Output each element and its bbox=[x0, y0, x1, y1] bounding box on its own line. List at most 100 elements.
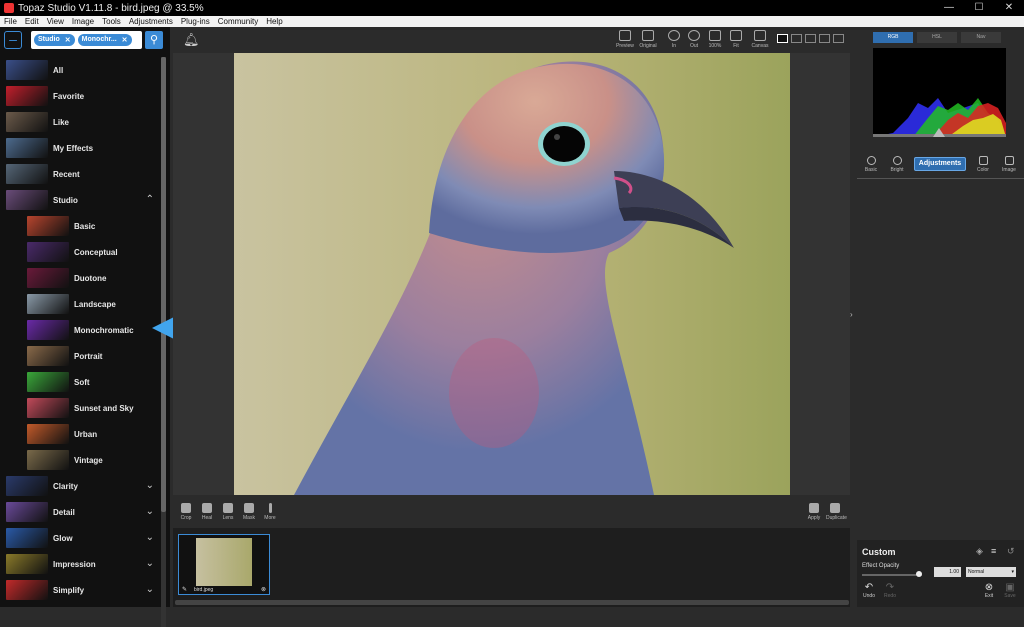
chevron-down-icon: ▾ bbox=[1011, 569, 1014, 575]
category-clarity[interactable]: Clarity ⌄ bbox=[0, 473, 160, 499]
basic-tab[interactable]: Basic bbox=[862, 156, 880, 173]
remove-chip-icon[interactable]: ✕ bbox=[65, 36, 71, 44]
bright-tab[interactable]: Bright bbox=[888, 156, 906, 173]
category-duotone[interactable]: Duotone bbox=[0, 265, 160, 291]
thumbnail-name: bird.jpeg bbox=[194, 587, 214, 593]
menu-file[interactable]: File bbox=[4, 17, 17, 26]
mask-button[interactable]: Mask bbox=[240, 503, 258, 521]
category-list: All Favorite Like My Effects Recent Studio ⌃ Ba… bbox=[0, 57, 160, 603]
opacity-value[interactable]: 1.00 bbox=[934, 567, 961, 577]
layers-icon[interactable]: ◈ bbox=[976, 546, 983, 557]
apply-button[interactable]: Apply bbox=[805, 503, 823, 521]
menu-tools[interactable]: Tools bbox=[102, 17, 121, 26]
zoom-out-button[interactable]: Out bbox=[684, 30, 704, 49]
category-soft[interactable]: Soft bbox=[0, 369, 160, 395]
split-view-button[interactable] bbox=[791, 34, 802, 43]
collapse-right-panel-icon[interactable]: › bbox=[850, 310, 853, 319]
compare-view-button[interactable] bbox=[833, 34, 844, 43]
image-thumbnail[interactable]: ✎ bird.jpeg ⊗ bbox=[178, 534, 270, 595]
menu-community[interactable]: Community bbox=[218, 17, 258, 26]
undo-button[interactable]: ↶ Undo bbox=[861, 582, 877, 599]
color-tab[interactable]: Color bbox=[974, 156, 992, 173]
duplicate-button[interactable]: Duplicate bbox=[826, 503, 847, 521]
lens-button[interactable]: Lens bbox=[219, 503, 237, 521]
menu-plugins[interactable]: Plug-ins bbox=[181, 17, 210, 26]
menu-image[interactable]: Image bbox=[72, 17, 94, 26]
tab-rgb[interactable]: RGB bbox=[873, 32, 913, 43]
category-basic[interactable]: Basic bbox=[0, 213, 160, 239]
menu-view[interactable]: View bbox=[47, 17, 64, 26]
more-button[interactable]: More bbox=[261, 503, 279, 521]
original-button[interactable]: Original bbox=[638, 30, 658, 49]
save-button[interactable]: ▣ Save bbox=[1002, 582, 1018, 599]
effect-name: Custom bbox=[862, 547, 896, 557]
chevron-down-icon[interactable]: ⌄ bbox=[146, 584, 154, 595]
category-detail[interactable]: Detail ⌄ bbox=[0, 499, 160, 525]
search-button[interactable]: ⚲ bbox=[145, 31, 163, 49]
chevron-down-icon[interactable]: ⌄ bbox=[146, 480, 154, 491]
category-glow[interactable]: Glow ⌄ bbox=[0, 525, 160, 551]
category-landscape[interactable]: Landscape bbox=[0, 291, 160, 317]
category-monochromatic[interactable]: Monochromatic bbox=[0, 317, 160, 343]
close-button[interactable]: ✕ bbox=[994, 0, 1024, 16]
chevron-down-icon[interactable]: ⌄ bbox=[146, 506, 154, 517]
close-image-icon[interactable]: ⊗ bbox=[261, 586, 266, 593]
opacity-slider[interactable] bbox=[862, 571, 922, 577]
chevron-up-icon[interactable]: ⌃ bbox=[146, 194, 154, 205]
filmstrip: ✎ bird.jpeg ⊗ bbox=[173, 528, 850, 607]
crop-button[interactable]: Crop bbox=[177, 503, 195, 521]
reset-icon[interactable]: ↺ bbox=[1007, 546, 1015, 557]
preview-button[interactable]: Preview bbox=[615, 30, 635, 49]
maximize-button[interactable]: ☐ bbox=[964, 0, 994, 16]
category-my-effects[interactable]: My Effects bbox=[0, 135, 160, 161]
minimize-button[interactable]: — bbox=[934, 0, 964, 16]
fit-button[interactable]: Fit bbox=[726, 30, 746, 49]
chevron-down-icon[interactable]: ⌄ bbox=[146, 532, 154, 543]
effects-sidebar: – Studio ✕ Monochr... ✕ ⚲ All Favorite Like M… bbox=[0, 27, 170, 627]
redo-button[interactable]: ↷ Redo bbox=[882, 582, 898, 599]
menu-edit[interactable]: Edit bbox=[25, 17, 39, 26]
image-tab[interactable]: Image bbox=[1000, 156, 1018, 173]
category-label: Detail bbox=[53, 507, 75, 517]
quad-view-button[interactable] bbox=[819, 34, 830, 43]
adjustments-button[interactable]: Adjustments bbox=[914, 157, 966, 171]
category-label: All bbox=[53, 65, 64, 75]
zoom-in-button[interactable]: In bbox=[664, 30, 684, 49]
filter-chip-monochromatic[interactable]: Monochr... ✕ bbox=[77, 34, 132, 46]
category-label: Vintage bbox=[74, 455, 103, 465]
menu-adjustments[interactable]: Adjustments bbox=[129, 17, 173, 26]
category-studio[interactable]: Studio ⌃ bbox=[0, 187, 160, 213]
category-thumbnail bbox=[6, 502, 48, 522]
category-portrait[interactable]: Portrait bbox=[0, 343, 160, 369]
tab-nav[interactable]: Nav bbox=[961, 32, 1001, 43]
category-recent[interactable]: Recent bbox=[0, 161, 160, 187]
category-impression[interactable]: Impression ⌄ bbox=[0, 551, 160, 577]
zoom-100-button[interactable]: 100% bbox=[705, 30, 725, 49]
photo-preview[interactable] bbox=[234, 53, 790, 495]
single-view-button[interactable] bbox=[777, 34, 788, 43]
category-favorite[interactable]: Favorite bbox=[0, 83, 160, 109]
search-input[interactable]: Studio ✕ Monochr... ✕ bbox=[31, 31, 142, 49]
tab-hsl[interactable]: HSL bbox=[917, 32, 957, 43]
category-vintage[interactable]: Vintage bbox=[0, 447, 160, 473]
notification-bell-icon[interactable]: 🔔︎ bbox=[183, 32, 200, 48]
filmstrip-scrollbar[interactable] bbox=[175, 600, 849, 605]
category-simplify[interactable]: Simplify ⌄ bbox=[0, 577, 160, 603]
menu-help[interactable]: Help bbox=[266, 17, 282, 26]
side-by-side-button[interactable] bbox=[805, 34, 816, 43]
heal-button[interactable]: Heal bbox=[198, 503, 216, 521]
chevron-down-icon[interactable]: ⌄ bbox=[146, 558, 154, 569]
category-conceptual[interactable]: Conceptual bbox=[0, 239, 160, 265]
filter-chip-studio[interactable]: Studio ✕ bbox=[34, 34, 75, 46]
category-urban[interactable]: Urban bbox=[0, 421, 160, 447]
category-all[interactable]: All bbox=[0, 57, 160, 83]
category-sunset-and-sky[interactable]: Sunset and Sky bbox=[0, 395, 160, 421]
exit-button[interactable]: ⊗ Exit bbox=[981, 582, 997, 599]
blend-mode-select[interactable]: Normal ▾ bbox=[966, 567, 1016, 577]
menu-icon[interactable]: ≡ bbox=[991, 546, 996, 556]
category-like[interactable]: Like bbox=[0, 109, 160, 135]
remove-chip-icon[interactable]: ✕ bbox=[122, 36, 128, 44]
category-thumbnail bbox=[27, 346, 69, 366]
canvas-button[interactable]: Canvas bbox=[750, 30, 770, 49]
collapse-button[interactable]: – bbox=[4, 31, 22, 49]
